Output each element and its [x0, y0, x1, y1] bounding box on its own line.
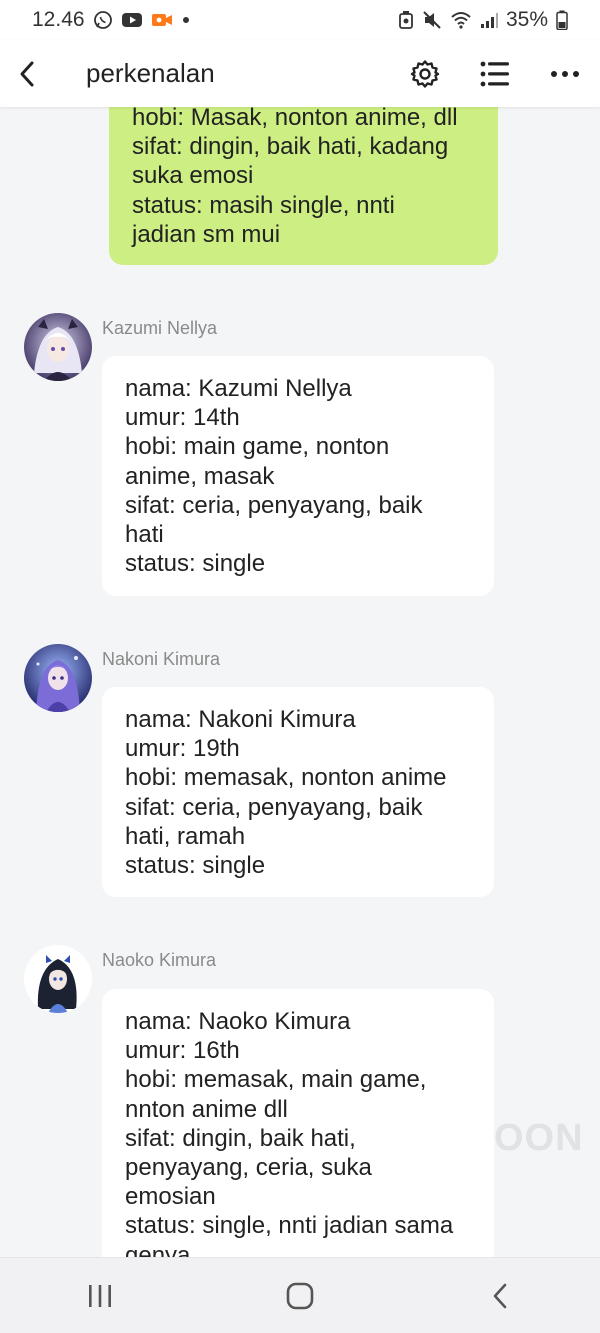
message-line: penyayang, ceria, suka: [125, 1154, 372, 1182]
chevron-left-icon: [493, 1283, 507, 1308]
mute-icon: [422, 10, 442, 30]
message-line: nnton anime dll: [125, 1095, 288, 1123]
more-options-button[interactable]: [530, 40, 600, 107]
wifi-icon: [450, 10, 472, 30]
battery-percent: 35%: [505, 8, 548, 31]
message-line: status: single: [125, 852, 266, 880]
message-line: sifat: ceria, penyayang, baik: [125, 491, 423, 519]
nav-back-button[interactable]: [440, 1258, 560, 1333]
settings-button[interactable]: [390, 40, 460, 107]
chat-title: perkenalan: [86, 58, 215, 88]
message-line: hobi: Masak, nonton anime, dll: [132, 107, 458, 131]
alarm-icon: [398, 10, 414, 30]
message-bubble[interactable]: nama: Nakoni Kimura umur: 19th hobi: mem…: [102, 687, 494, 897]
status-bar: 12.46 35%: [0, 0, 600, 40]
home-icon: [286, 1282, 314, 1309]
back-button[interactable]: [2, 40, 52, 107]
message-line: umur: 14th: [125, 404, 240, 432]
youtube-icon: [121, 11, 143, 29]
avatar[interactable]: [24, 644, 92, 712]
gear-icon: [410, 59, 440, 88]
message-line: umur: 19th: [125, 735, 240, 763]
message-line: emosian: [125, 1183, 216, 1211]
message-line: status: single: [125, 550, 266, 578]
video-recorder-icon: [151, 11, 173, 29]
chat-area[interactable]: hobi: Masak, nonton anime, dll sifat: di…: [0, 107, 600, 1257]
avatar[interactable]: [24, 945, 92, 1013]
message-line: sifat: dingin, baik hati, kadang: [132, 133, 449, 161]
home-button[interactable]: [240, 1258, 360, 1333]
message-line: anime, masak: [125, 462, 275, 490]
message-line: hobi: memasak, main game,: [125, 1066, 427, 1094]
system-navigation-bar: [0, 1257, 600, 1333]
message-line: nama: Kazumi Nellya: [125, 375, 352, 402]
message-line: status: masih single, nnti: [132, 191, 395, 219]
back-arrow-icon: [20, 61, 34, 86]
status-left: 12.46: [32, 8, 191, 32]
message-line: hati: [125, 521, 164, 549]
recent-apps-button[interactable]: [40, 1258, 160, 1333]
message-line: sifat: ceria, penyayang, baik: [125, 793, 423, 821]
message-line: jadian sm mui: [132, 220, 281, 248]
watermark: OON: [494, 1117, 584, 1159]
status-right: 35%: [398, 8, 568, 32]
message-line: hati, ramah: [125, 822, 246, 850]
signal-icon: [480, 11, 498, 29]
list-icon: [480, 61, 509, 86]
more-dots-icon: [551, 70, 579, 77]
sender-name: Naoko Kimura: [102, 950, 217, 970]
message-line: genya: [125, 1241, 191, 1257]
own-message-bubble[interactable]: hobi: Masak, nonton anime, dll sifat: di…: [109, 107, 498, 265]
message-bubble[interactable]: nama: Kazumi Nellya umur: 14th hobi: mai…: [102, 356, 494, 596]
battery-icon: [556, 10, 568, 30]
message-line: hobi: main game, nonton: [125, 433, 390, 461]
message-line: umur: 16th: [125, 1037, 240, 1065]
recent-apps-icon: [89, 1284, 111, 1307]
app-bar: perkenalan: [0, 40, 600, 107]
message-line: suka emosi: [132, 162, 254, 190]
sender-name: Nakoni Kimura: [102, 649, 221, 669]
dot-indicator-icon: [181, 15, 191, 25]
message-bubble[interactable]: nama: Naoko Kimura umur: 16th hobi: mema…: [102, 989, 494, 1257]
message-line: nama: Nakoni Kimura: [125, 706, 356, 733]
message-line: status: single, nnti jadian sama: [125, 1212, 454, 1240]
app-bar-actions: [390, 40, 600, 107]
member-list-button[interactable]: [460, 40, 530, 107]
sender-name: Kazumi Nellya: [102, 318, 218, 338]
message-line: hobi: memasak, nonton anime: [125, 764, 447, 792]
message-line: nama: Naoko Kimura: [125, 1008, 351, 1035]
message-line: sifat: dingin, baik hati,: [125, 1124, 356, 1152]
whatsapp-icon: [93, 10, 113, 30]
avatar[interactable]: [24, 313, 92, 381]
status-time: 12.46: [32, 8, 85, 31]
